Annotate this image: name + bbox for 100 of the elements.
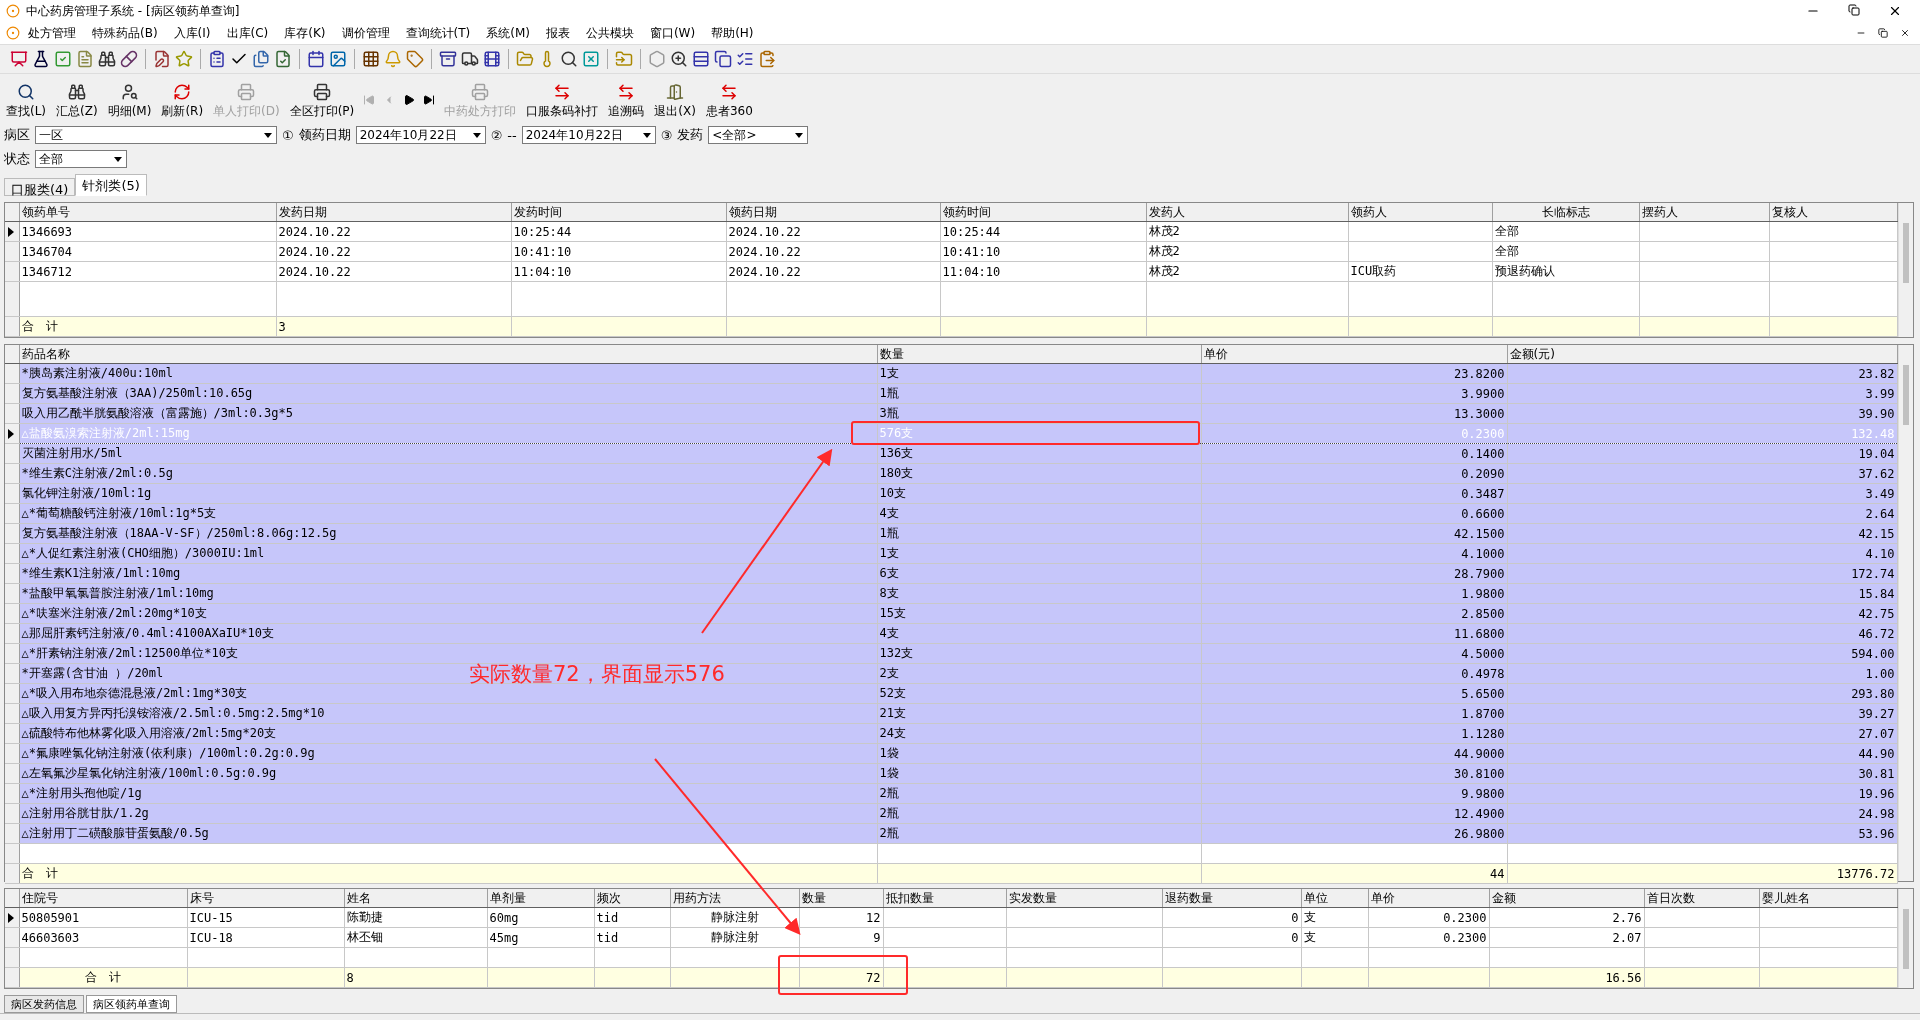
column-header[interactable]: 单位 — [1301, 889, 1368, 908]
folder-arrow-icon[interactable] — [615, 50, 633, 68]
column-header[interactable]: 实发数量 — [1006, 889, 1162, 908]
rows-icon[interactable] — [692, 50, 710, 68]
toolbar-button[interactable]: 刷新(R) — [157, 83, 208, 120]
row-selector[interactable] — [5, 907, 19, 928]
clipboard-arrow-icon[interactable] — [758, 50, 776, 68]
column-header[interactable]: 频次 — [594, 889, 670, 908]
picture-icon[interactable] — [329, 50, 347, 68]
scrollbar-thumb[interactable] — [1903, 223, 1909, 283]
close-icon[interactable] — [1900, 28, 1910, 38]
toolbar-button[interactable]: 患者360 — [701, 83, 757, 120]
menu-item[interactable]: 窗口(W) — [641, 22, 704, 44]
restore-icon[interactable] — [1878, 28, 1888, 38]
column-header[interactable]: 床号 — [187, 889, 344, 908]
row-selector[interactable] — [5, 423, 19, 444]
column-header[interactable]: 复核人 — [1769, 203, 1897, 222]
checkbox-icon[interactable] — [54, 50, 72, 68]
dispense-dropdown[interactable]: <全部> — [708, 126, 809, 144]
menu-item[interactable]: 系统(M) — [478, 22, 538, 44]
toolbar-button[interactable]: 汇总(Z) — [52, 83, 102, 120]
menu-item[interactable]: 查询统计(T) — [397, 22, 479, 44]
row-selector[interactable] — [5, 221, 19, 242]
scrollbar[interactable] — [1898, 889, 1913, 988]
menu-item[interactable]: 公共模块 — [577, 22, 642, 44]
document-edit-icon[interactable] — [153, 50, 171, 68]
column-header[interactable]: 单价 — [1201, 345, 1507, 364]
calendar-icon[interactable] — [307, 50, 325, 68]
clipboard-icon[interactable] — [208, 50, 226, 68]
column-header[interactable]: 首日次数 — [1644, 889, 1759, 908]
date-from-field[interactable]: 2024年10月22日 — [355, 126, 486, 144]
star-icon[interactable] — [175, 50, 193, 68]
table-cell: 氯化钾注射液/10ml:1g — [19, 483, 877, 504]
screen-icon[interactable] — [10, 50, 28, 68]
column-header[interactable]: 单价 — [1368, 889, 1489, 908]
box-icon[interactable] — [439, 50, 457, 68]
film-icon[interactable] — [483, 50, 501, 68]
toolbar-button[interactable]: 查找(L) — [2, 83, 51, 120]
date-to-field[interactable]: 2024年10月22日 — [521, 126, 656, 144]
menu-item[interactable]: 调价管理 — [333, 22, 398, 44]
ward-dropdown[interactable]: 一区 — [35, 126, 277, 144]
column-header[interactable]: 金额(元) — [1507, 345, 1897, 364]
menu-item[interactable]: 特殊药品(B) — [84, 22, 166, 44]
file-check-icon[interactable] — [274, 50, 292, 68]
toolbar-button[interactable]: 明细(M) — [103, 83, 156, 120]
scrollbar[interactable] — [1898, 203, 1913, 337]
menu-item[interactable]: 处方管理 — [20, 22, 84, 44]
documents-icon[interactable] — [252, 50, 270, 68]
toolbar-button[interactable]: 口服条码补打 — [522, 83, 603, 120]
column-header[interactable]: 摆药人 — [1639, 203, 1769, 222]
tab[interactable]: 口服类(4) — [4, 178, 76, 196]
search-icon[interactable] — [560, 50, 578, 68]
close-icon[interactable] — [1888, 4, 1902, 18]
truck-icon[interactable] — [461, 50, 479, 68]
restore-icon[interactable] — [1848, 4, 1860, 16]
menu-item[interactable]: 入库(I) — [165, 22, 219, 44]
column-header[interactable]: 数量 — [799, 889, 883, 908]
menu-item[interactable]: 库存(K) — [276, 22, 334, 44]
column-header[interactable]: 发药人 — [1146, 203, 1348, 222]
column-header[interactable]: 婴儿姓名 — [1759, 889, 1897, 908]
toolbar-button[interactable]: 追溯码 — [604, 83, 649, 120]
zoom-icon[interactable] — [670, 50, 688, 68]
tab[interactable]: 病区领药单查询 — [86, 995, 177, 1013]
tab[interactable]: 针剂类(5) — [75, 174, 147, 196]
scrollbar[interactable] — [1898, 345, 1913, 881]
column-header[interactable]: 领药人 — [1348, 203, 1492, 222]
menu-item[interactable]: 报表 — [537, 22, 578, 44]
tag-icon[interactable] — [406, 50, 424, 68]
column-header[interactable]: 住院号 — [19, 889, 187, 908]
column-header[interactable]: 发药日期 — [276, 203, 511, 222]
column-header[interactable]: 药品名称 — [19, 345, 877, 364]
tab[interactable]: 病区发药信息 — [4, 995, 84, 1013]
skip-end-icon[interactable] — [423, 94, 436, 106]
column-header[interactable]: 抵扣数量 — [883, 889, 1006, 908]
binoculars-icon[interactable] — [98, 50, 116, 68]
column-header[interactable]: 用药方法 — [670, 889, 799, 908]
column-header[interactable]: 领药日期 — [726, 203, 940, 222]
scrollbar-thumb[interactable] — [1903, 909, 1909, 969]
column-header[interactable]: 领药单号 — [19, 203, 276, 222]
menu-item[interactable]: 帮助(H) — [703, 22, 762, 44]
menu-item[interactable]: 出库(C) — [218, 22, 277, 44]
column-header[interactable]: 退药数量 — [1162, 889, 1301, 908]
scrollbar-thumb[interactable] — [1903, 365, 1909, 425]
table-cell: 灭菌注射用水/5ml — [19, 443, 877, 464]
grid-icon[interactable] — [362, 50, 380, 68]
toolbar-button[interactable]: 退出(X) — [650, 83, 700, 120]
column-header[interactable]: 数量 — [877, 345, 1201, 364]
column-header[interactable]: 领药时间 — [940, 203, 1146, 222]
column-header[interactable]: 姓名 — [344, 889, 487, 908]
column-header[interactable]: 长临标志 — [1492, 203, 1639, 222]
play-icon[interactable] — [403, 94, 416, 106]
status-dropdown[interactable]: 全部 — [35, 150, 127, 168]
toolbar-button[interactable]: 全区打印(P) — [285, 83, 359, 120]
checklist-icon[interactable] — [736, 50, 754, 68]
folder-icon[interactable] — [516, 50, 534, 68]
pill-icon[interactable] — [120, 50, 138, 68]
column-header[interactable]: 金额 — [1489, 889, 1644, 908]
column-header[interactable]: 发药时间 — [511, 203, 726, 222]
column-header[interactable]: 单剂量 — [487, 889, 594, 908]
windows-icon[interactable] — [714, 50, 732, 68]
